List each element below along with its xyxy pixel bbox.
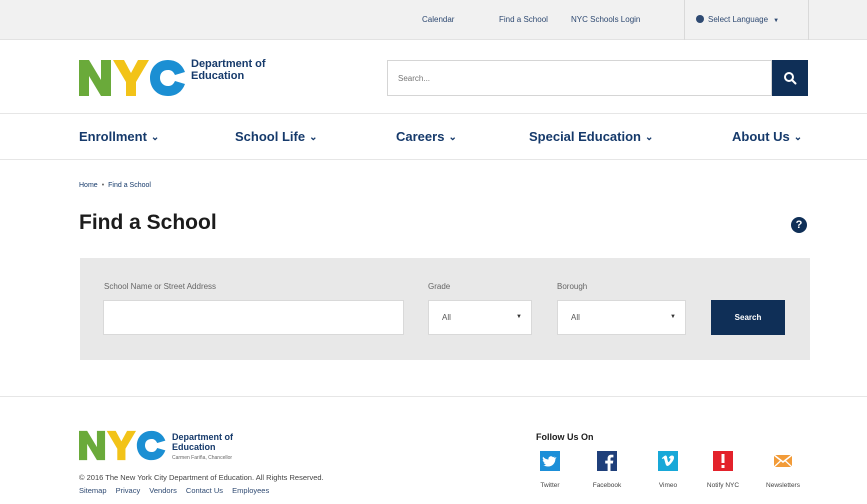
social-label: Facebook	[592, 482, 622, 489]
search-icon	[784, 72, 797, 85]
nav-about-us-label: About Us	[732, 129, 790, 144]
footer-logo[interactable]: Department of Education Carmen Fariña, C…	[79, 429, 269, 465]
footer-link-privacy[interactable]: Privacy	[116, 486, 141, 495]
borough-label: Borough	[557, 282, 588, 291]
nyc-doe-logo[interactable]: Department of Education	[79, 58, 279, 98]
footer-logo-line-2: Education	[172, 442, 216, 452]
search-button[interactable]: Search	[711, 300, 785, 335]
breadcrumb: Home • Find a School	[79, 182, 151, 189]
borough-select[interactable]: All ▼	[557, 300, 686, 335]
logo-text: Department of Education	[191, 58, 266, 82]
twitter-icon	[540, 451, 560, 471]
chevron-down-icon: ⌄	[309, 132, 318, 143]
copyright-text: © 2016 The New York City Department of E…	[79, 473, 324, 482]
chevron-down-icon: ⌄	[150, 132, 160, 143]
nav-school-life[interactable]: School Life ⌄	[235, 129, 317, 144]
help-icon[interactable]: ?	[791, 217, 807, 233]
grade-label: Grade	[428, 282, 451, 291]
social-label: Notify NYC	[706, 482, 740, 489]
social-twitter[interactable]: Twitter	[530, 451, 570, 489]
chevron-down-icon: ⌄	[793, 132, 803, 143]
globe-icon	[696, 15, 704, 23]
find-a-school-link[interactable]: Find a School	[499, 0, 548, 40]
nav-enrollment-label: Enrollment	[79, 129, 147, 144]
nav-enrollment[interactable]: Enrollment ⌄	[79, 129, 159, 144]
facebook-icon	[597, 451, 617, 471]
footer-links: Sitemap Privacy Vendors Contact Us Emplo…	[79, 486, 276, 495]
nav-special-education-label: Special Education	[529, 129, 641, 144]
breadcrumb-home-link[interactable]: Home	[79, 182, 98, 189]
footer-link-sitemap[interactable]: Sitemap	[79, 486, 107, 495]
breadcrumb-separator: •	[101, 182, 105, 189]
nav-careers[interactable]: Careers ⌄	[396, 129, 457, 144]
calendar-link[interactable]: Calendar	[422, 0, 454, 40]
nav-school-life-label: School Life	[235, 129, 306, 144]
caret-down-icon: ▼	[773, 18, 780, 24]
nav-divider	[0, 159, 867, 160]
footer-link-employees[interactable]: Employees	[232, 486, 269, 495]
footer-logo-tagline: Carmen Fariña, Chancellor	[172, 455, 233, 461]
vimeo-icon	[658, 451, 678, 471]
breadcrumb-current: Find a School	[108, 182, 151, 189]
nav-special-education[interactable]: Special Education ⌄	[529, 129, 653, 144]
grade-select-value: All	[442, 313, 451, 322]
social-facebook[interactable]: Facebook	[585, 451, 629, 489]
social-label: Vimeo	[658, 482, 678, 489]
footer-divider	[0, 396, 867, 397]
notify-icon	[713, 451, 733, 471]
site-search-input[interactable]	[387, 60, 772, 96]
footer-logo-line-1: Department of	[172, 432, 234, 442]
caret-down-icon: ▼	[670, 314, 676, 320]
caret-down-icon: ▼	[516, 314, 522, 320]
social-vimeo[interactable]: Vimeo	[650, 451, 686, 489]
school-name-label: School Name or Street Address	[104, 282, 217, 291]
school-name-input[interactable]	[103, 300, 404, 335]
chevron-down-icon: ⌄	[644, 132, 654, 143]
borough-select-value: All	[571, 313, 580, 322]
social-newsletters[interactable]: Newsletters	[757, 451, 809, 489]
nav-careers-label: Careers	[396, 129, 445, 144]
social-label: Twitter	[540, 482, 560, 489]
header-divider	[0, 113, 867, 114]
nyc-schools-login-link[interactable]: NYC Schools Login	[571, 0, 640, 40]
site-search-button[interactable]	[772, 60, 808, 96]
social-notify-nyc[interactable]: Notify NYC	[697, 451, 749, 489]
chevron-down-icon: ⌄	[448, 132, 457, 143]
social-label: Newsletters	[766, 482, 800, 489]
utility-divider	[684, 0, 685, 40]
footer-link-vendors[interactable]: Vendors	[149, 486, 177, 495]
nyc-logo-icon	[79, 430, 166, 461]
select-language-label: Select Language	[708, 15, 769, 24]
follow-us-title: Follow Us On	[536, 432, 594, 442]
utility-divider	[808, 0, 809, 40]
footer-logo-text: Department of Education	[172, 432, 233, 452]
logo-line-1: Department of	[191, 58, 266, 70]
nav-about-us[interactable]: About Us ⌄	[732, 129, 802, 144]
utility-bar: Calendar Find a School NYC Schools Login…	[0, 0, 867, 40]
select-language-dropdown[interactable]: Select Language ▼	[686, 0, 808, 40]
page-title: Find a School	[79, 211, 217, 234]
nyc-logo-icon	[79, 60, 185, 96]
logo-line-2: Education	[191, 70, 245, 82]
footer-link-contact-us[interactable]: Contact Us	[186, 486, 223, 495]
grade-select[interactable]: All ▼	[428, 300, 532, 335]
envelope-icon	[773, 454, 793, 468]
